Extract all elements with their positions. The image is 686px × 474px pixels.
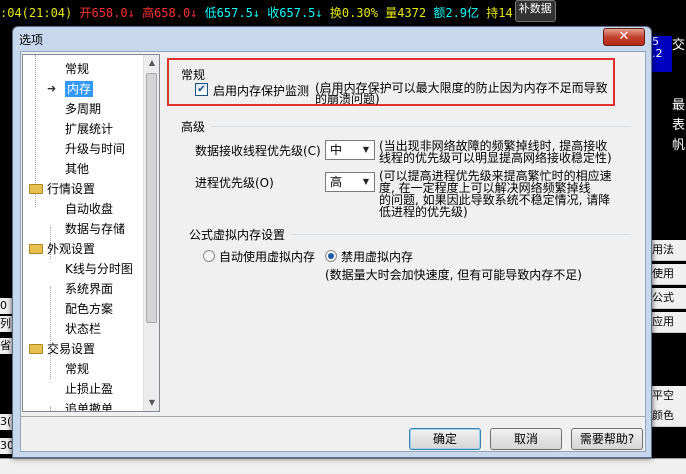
section-advanced-title: 高级 bbox=[181, 120, 206, 134]
bg-left-label: 30 bbox=[0, 438, 12, 454]
ticker-amount: 额2.9亿 bbox=[433, 6, 480, 20]
tree-item-status-bar[interactable]: 状态栏 bbox=[65, 319, 101, 339]
memory-settings-panel: 常规 ✔ 启用内存保护监测 (启用内存保护可以最大限度的防止因为内存不足而导致 … bbox=[167, 54, 645, 412]
bg-right-cell: 应用 bbox=[652, 312, 686, 333]
bg-right-char: 帆 bbox=[672, 138, 686, 153]
ticker-close: 收657.5↓ bbox=[267, 6, 323, 20]
options-tree: 常规 ➜ 内存 多周期 扩展统计 升级与时间 其他 行情设置 自动收盘 数据与存储… bbox=[22, 54, 160, 412]
bg-right-cell: 平空 bbox=[652, 386, 686, 407]
dialog-titlebar[interactable]: 选项 ✕ bbox=[13, 27, 651, 51]
folder-icon bbox=[29, 243, 43, 254]
close-icon: ✕ bbox=[618, 29, 630, 44]
recv-priority-label: 数据接收线程优先级(C) bbox=[195, 144, 321, 158]
bg-right-dark-column: 交 最 表 帆 bbox=[672, 36, 686, 236]
process-priority-desc-4: 低进程的优先级) bbox=[379, 205, 468, 219]
dialog-client-area: 常规 ➜ 内存 多周期 扩展统计 升级与时间 其他 行情设置 自动收盘 数据与存储… bbox=[20, 51, 646, 452]
ticker-volume: 量4372 bbox=[385, 6, 427, 20]
process-priority-label: 进程优先级(O) bbox=[195, 176, 274, 190]
bg-right-cell: 用法 bbox=[652, 240, 686, 261]
help-button[interactable]: 需要帮助? bbox=[571, 428, 643, 450]
bg-right-text: .2 bbox=[652, 47, 663, 60]
ticker-low: 低657.5↓ bbox=[204, 6, 261, 20]
ticker-hold: 持14 bbox=[486, 6, 513, 20]
tree-item-color-scheme[interactable]: 配色方案 bbox=[65, 299, 113, 319]
disable-virtual-radio[interactable] bbox=[325, 250, 337, 262]
bg-right-char: 表 bbox=[672, 118, 686, 133]
tree-folder-quote-settings[interactable]: 行情设置 bbox=[29, 179, 95, 199]
recv-priority-select[interactable]: 中 ▼ bbox=[325, 140, 375, 160]
memory-protect-desc-2: 的崩溃问题) bbox=[315, 92, 380, 106]
process-priority-value: 高 bbox=[330, 175, 343, 189]
dialog-title: 选项 bbox=[19, 33, 44, 47]
tree-item-memory[interactable]: ➜ 内存 bbox=[47, 79, 94, 99]
tree-folder-appearance[interactable]: 外观设置 bbox=[29, 239, 95, 259]
section-general-title: 常规 bbox=[181, 68, 206, 82]
scroll-down-icon[interactable]: ▼ bbox=[144, 395, 159, 411]
scroll-up-icon[interactable]: ▲ bbox=[144, 55, 159, 71]
ticker-open: 开658.0↓ bbox=[79, 6, 135, 20]
background-status-bar bbox=[0, 458, 686, 474]
bg-right-cell: 公式 bbox=[652, 288, 686, 309]
recv-priority-value: 中 bbox=[330, 143, 343, 157]
arrow-right-icon: ➜ bbox=[47, 82, 57, 95]
folder-icon bbox=[29, 343, 43, 354]
chevron-down-icon: ▼ bbox=[362, 177, 370, 186]
tree-item-multi-period[interactable]: 多周期 bbox=[65, 99, 101, 119]
section-virtual-title: 公式虚拟内存设置 bbox=[189, 228, 286, 242]
bg-right-cell: 颜色 bbox=[652, 406, 686, 427]
disable-virtual-label[interactable]: 禁用虚拟内存 bbox=[341, 248, 413, 265]
auto-virtual-radio[interactable] bbox=[203, 250, 215, 262]
process-priority-select[interactable]: 高 ▼ bbox=[325, 172, 375, 192]
fill-data-button[interactable]: 补数据 bbox=[514, 0, 556, 22]
background-left-panel: 0 列 省 3( 30 bbox=[0, 26, 12, 474]
tree-scrollbar[interactable]: ▲ ▼ bbox=[143, 55, 159, 411]
virtual-memory-desc: (数据量大时会加快速度, 但有可能导致内存不足) bbox=[325, 268, 582, 282]
tree-item-kline-timeshare[interactable]: K线与分时图 bbox=[65, 259, 133, 279]
bg-right-blue-box: 5 .2 bbox=[652, 36, 672, 72]
dialog-separator bbox=[21, 416, 645, 417]
tree-item-system-ui[interactable]: 系统界面 bbox=[65, 279, 113, 299]
ok-button[interactable]: 确定 bbox=[409, 428, 481, 450]
folder-icon bbox=[29, 183, 43, 194]
tree-item-extended-stats[interactable]: 扩展统计 bbox=[65, 119, 113, 139]
tree-item-data-storage[interactable]: 数据与存储 bbox=[65, 219, 125, 239]
bg-right-cell: 使用 bbox=[652, 264, 686, 285]
chevron-down-icon: ▼ bbox=[362, 145, 370, 154]
ticker-change: 换0.30% bbox=[329, 6, 378, 20]
tree-item-general[interactable]: 常规 bbox=[65, 59, 89, 79]
check-icon: ✔ bbox=[197, 84, 206, 95]
options-dialog: 选项 ✕ 常规 ➜ 内存 多周期 扩展统计 升级与时间 其他 行情设置 自动收盘 … bbox=[12, 26, 652, 458]
bg-left-label: 0 bbox=[0, 298, 12, 314]
cancel-button[interactable]: 取消 bbox=[490, 428, 562, 450]
bg-left-label: 列 bbox=[0, 316, 12, 332]
tree-item-auto-close[interactable]: 自动收盘 bbox=[65, 199, 113, 219]
quote-ticker-bar: :04(21:04) 开658.0↓ 高658.0↓ 低657.5↓ 收657.… bbox=[0, 0, 686, 26]
memory-protect-label[interactable]: 启用内存保护监测 bbox=[213, 82, 309, 99]
bg-right-char: 交 bbox=[672, 38, 686, 53]
tree-item-upgrade-time[interactable]: 升级与时间 bbox=[65, 139, 125, 159]
scroll-thumb[interactable] bbox=[146, 73, 157, 323]
auto-virtual-label[interactable]: 自动使用虚拟内存 bbox=[219, 248, 315, 265]
background-right-panel: 5 .2 交 最 表 帆 用法 使用 公式 应用 平空 颜色 bbox=[652, 26, 686, 474]
tree-folder-trade-settings[interactable]: 交易设置 bbox=[29, 339, 95, 359]
tree-item-stop-loss[interactable]: 止损止盈 bbox=[65, 379, 113, 399]
bg-right-char: 最 bbox=[672, 98, 686, 113]
recv-priority-desc-2: 线程的优先级可以明显提高网络接收稳定性) bbox=[379, 151, 612, 165]
bg-left-label: 3( bbox=[0, 414, 12, 430]
tree-item-trade-general[interactable]: 常规 bbox=[65, 359, 89, 379]
ticker-time: :04(21:04) bbox=[0, 6, 73, 20]
ticker-high: 高658.0↓ bbox=[142, 6, 198, 20]
memory-protect-checkbox[interactable]: ✔ bbox=[195, 83, 208, 96]
tree-item-chase-cancel[interactable]: 追单撤单 bbox=[65, 399, 113, 411]
close-button[interactable]: ✕ bbox=[603, 28, 645, 46]
tree-item-other[interactable]: 其他 bbox=[65, 159, 89, 179]
bg-left-label: 省 bbox=[0, 338, 12, 354]
